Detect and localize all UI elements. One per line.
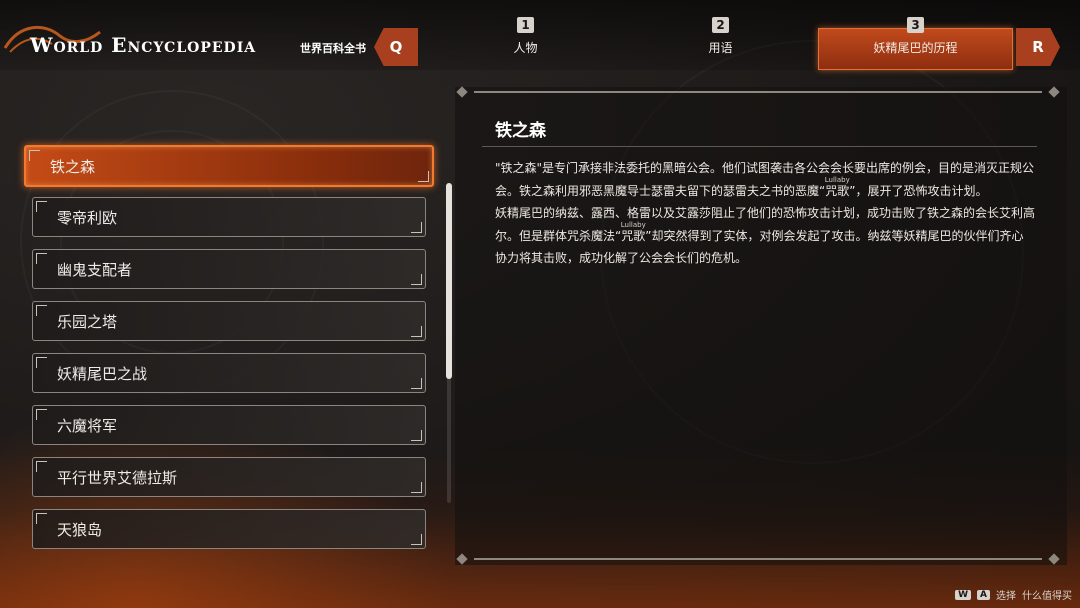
- corner-ornament-icon: [411, 482, 422, 493]
- top-bar: World Encyclopedia 世界百科全书 Q 1 人物 2 用语 3 …: [0, 0, 1080, 70]
- corner-ornament-icon: [411, 222, 422, 233]
- corner-ornament-icon: [411, 326, 422, 337]
- list-item[interactable]: 零帝利欧: [32, 197, 426, 237]
- corner-ornament-icon: [36, 513, 47, 524]
- prev-tab-button[interactable]: Q: [374, 28, 418, 66]
- watermark-text: 什么值得买: [1022, 591, 1072, 602]
- corner-ornament-icon: [36, 409, 47, 420]
- list-item[interactable]: 天狼岛: [32, 509, 426, 549]
- entry-paragraph: 妖精尾巴的纳兹、露西、格雷以及艾露莎阻止了他们的恐怖攻击计划，成功击败了铁之森的…: [495, 206, 1036, 265]
- entry-title: 铁之森: [495, 121, 546, 141]
- tab-terms[interactable]: 2 用语: [623, 14, 818, 70]
- corner-ornament-icon: [411, 378, 422, 389]
- next-tab-button[interactable]: R: [1016, 28, 1060, 66]
- a-key-icon: A: [977, 589, 990, 600]
- corner-ornament-icon: [36, 201, 47, 212]
- corner-ornament-icon: [36, 253, 47, 264]
- tab-label: 人物: [513, 41, 538, 55]
- prev-key-label: Q: [389, 38, 403, 56]
- top-ornament-divider: [452, 86, 1064, 98]
- hint-select-label: 选择: [996, 591, 1016, 602]
- list-item[interactable]: 乐园之塔: [32, 301, 426, 341]
- tab-label: 妖精尾巴的历程: [873, 41, 958, 55]
- corner-ornament-icon: [36, 461, 47, 472]
- title-divider: [482, 146, 1037, 147]
- list-item[interactable]: 平行世界艾德拉斯: [32, 457, 426, 497]
- tab-number: 1: [517, 17, 534, 33]
- list-scrollbar-thumb[interactable]: [446, 183, 452, 379]
- page-title: World Encyclopedia: [30, 33, 257, 57]
- controller-hints: W A 选择 什么值得买: [955, 587, 1072, 602]
- corner-ornament-icon: [411, 534, 422, 545]
- list-item-label: 六魔将军: [57, 416, 118, 435]
- corner-ornament-icon: [29, 150, 40, 161]
- list-item[interactable]: 六魔将军: [32, 405, 426, 445]
- corner-ornament-icon: [411, 430, 422, 441]
- list-item[interactable]: 铁之森: [24, 145, 434, 187]
- tab-characters[interactable]: 1 人物: [428, 14, 623, 70]
- tab-label: 用语: [708, 41, 733, 55]
- list-item-label: 妖精尾巴之战: [57, 364, 148, 383]
- next-key-label: R: [1032, 38, 1044, 56]
- list-item[interactable]: 幽鬼支配者: [32, 249, 426, 289]
- tab-fairy-tail-history[interactable]: 3 妖精尾巴的历程: [818, 14, 1013, 70]
- page-subtitle: 世界百科全书: [300, 42, 366, 55]
- list-item-label: 乐园之塔: [57, 312, 118, 331]
- list-item[interactable]: 妖精尾巴之战: [32, 353, 426, 393]
- corner-ornament-icon: [418, 171, 429, 182]
- list-item-label: 幽鬼支配者: [57, 260, 133, 279]
- list-item-label: 铁之森: [50, 157, 96, 176]
- category-tabs: 1 人物 2 用语 3 妖精尾巴的历程: [428, 14, 1014, 70]
- list-item-label: 天狼岛: [57, 520, 103, 539]
- corner-ornament-icon: [36, 357, 47, 368]
- corner-ornament-icon: [36, 305, 47, 316]
- corner-ornament-icon: [411, 274, 422, 285]
- entry-paragraph: "铁之森"是专门承接非法委托的黑暗公会。他们试图袭击各公会会长要出席的例会，目的…: [495, 161, 1035, 198]
- entry-description: "铁之森"是专门承接非法委托的黑暗公会。他们试图袭击各公会会长要出席的例会，目的…: [495, 157, 1035, 270]
- w-key-icon: W: [955, 589, 972, 600]
- list-item-label: 平行世界艾德拉斯: [57, 468, 178, 487]
- list-item-label: 零帝利欧: [57, 208, 118, 227]
- tab-number: 2: [712, 17, 729, 33]
- bottom-ornament-divider: [452, 553, 1064, 565]
- tab-number: 3: [907, 17, 924, 33]
